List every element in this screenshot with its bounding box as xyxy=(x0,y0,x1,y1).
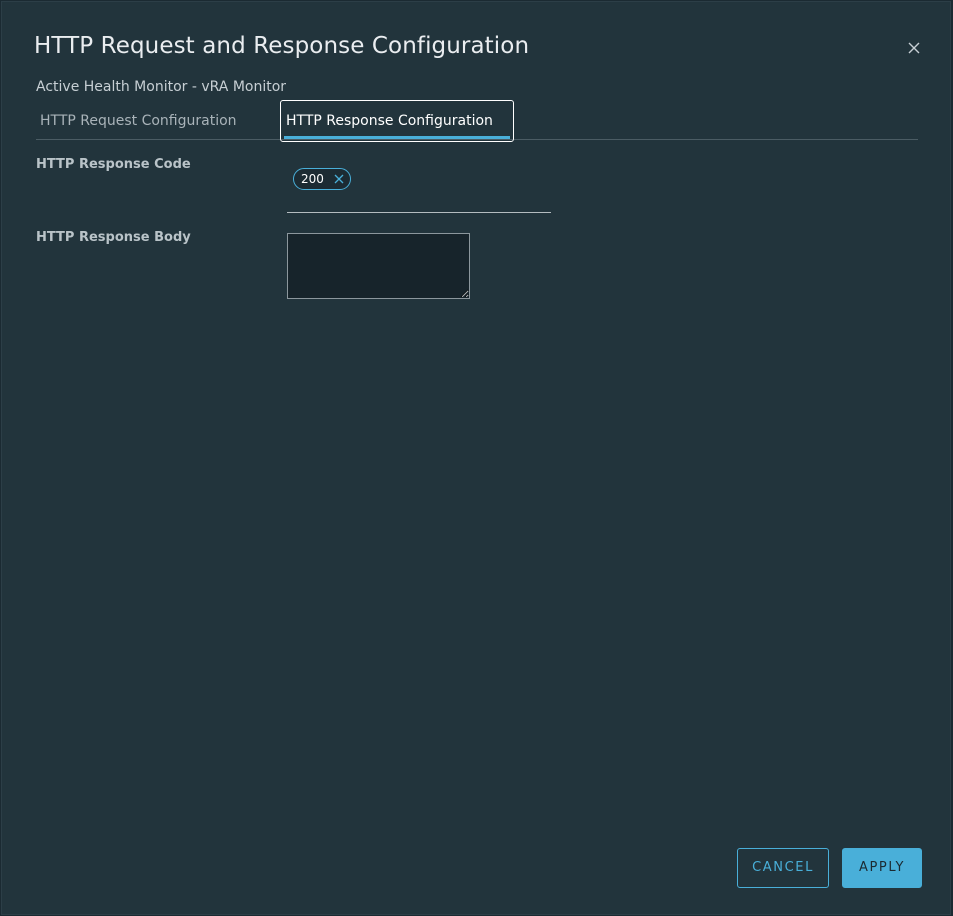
tab-label: HTTP Request Configuration xyxy=(40,113,237,129)
apply-button[interactable]: APPLY xyxy=(842,848,922,888)
tag-value: 200 xyxy=(301,172,324,186)
close-icon xyxy=(334,174,344,184)
response-body-label: HTTP Response Body xyxy=(36,230,191,245)
modal-subtitle: Active Health Monitor - vRA Monitor xyxy=(36,79,287,95)
modal-title: HTTP Request and Response Configuration xyxy=(34,33,530,59)
close-icon xyxy=(906,40,922,56)
tab-http-request-configuration[interactable]: HTTP Request Configuration xyxy=(40,100,237,140)
response-code-tag: 200 xyxy=(293,168,351,190)
close-button[interactable] xyxy=(906,40,922,56)
modal-dialog: HTTP Request and Response Configuration … xyxy=(1,1,951,915)
tab-bar: HTTP Request Configuration HTTP Response… xyxy=(36,100,918,142)
tag-remove-button[interactable] xyxy=(334,174,344,184)
cancel-button[interactable]: CANCEL xyxy=(737,848,829,888)
response-code-label: HTTP Response Code xyxy=(36,157,191,172)
response-body-textarea[interactable] xyxy=(287,233,470,299)
tab-label: HTTP Response Configuration xyxy=(286,113,493,129)
response-code-input[interactable]: 200 xyxy=(287,160,551,213)
active-tab-indicator xyxy=(284,136,510,139)
tab-http-response-configuration[interactable]: HTTP Response Configuration xyxy=(280,100,514,142)
